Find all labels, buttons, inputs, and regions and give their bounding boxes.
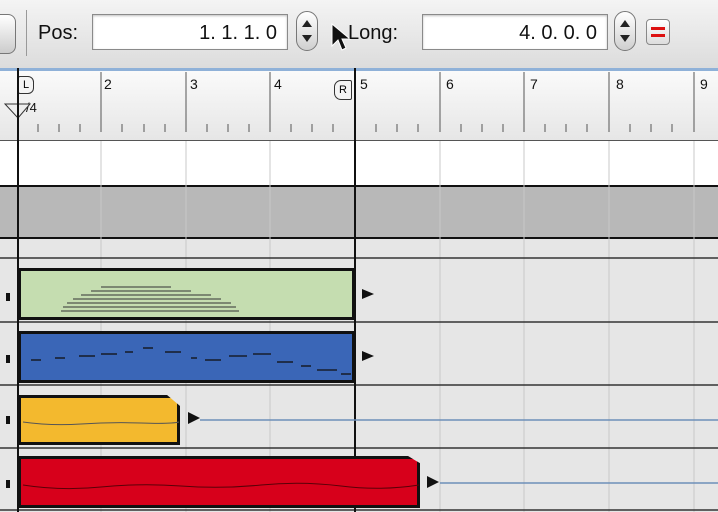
audio-waveform — [22, 482, 420, 490]
midi-notes — [61, 286, 239, 312]
midi-region-green[interactable] — [18, 268, 355, 320]
audio-region-red[interactable] — [18, 456, 420, 508]
midi-notes — [31, 347, 351, 375]
audio-waveform — [22, 421, 180, 426]
audio-region-yellow[interactable] — [18, 395, 180, 445]
midi-region-blue[interactable] — [18, 331, 355, 383]
